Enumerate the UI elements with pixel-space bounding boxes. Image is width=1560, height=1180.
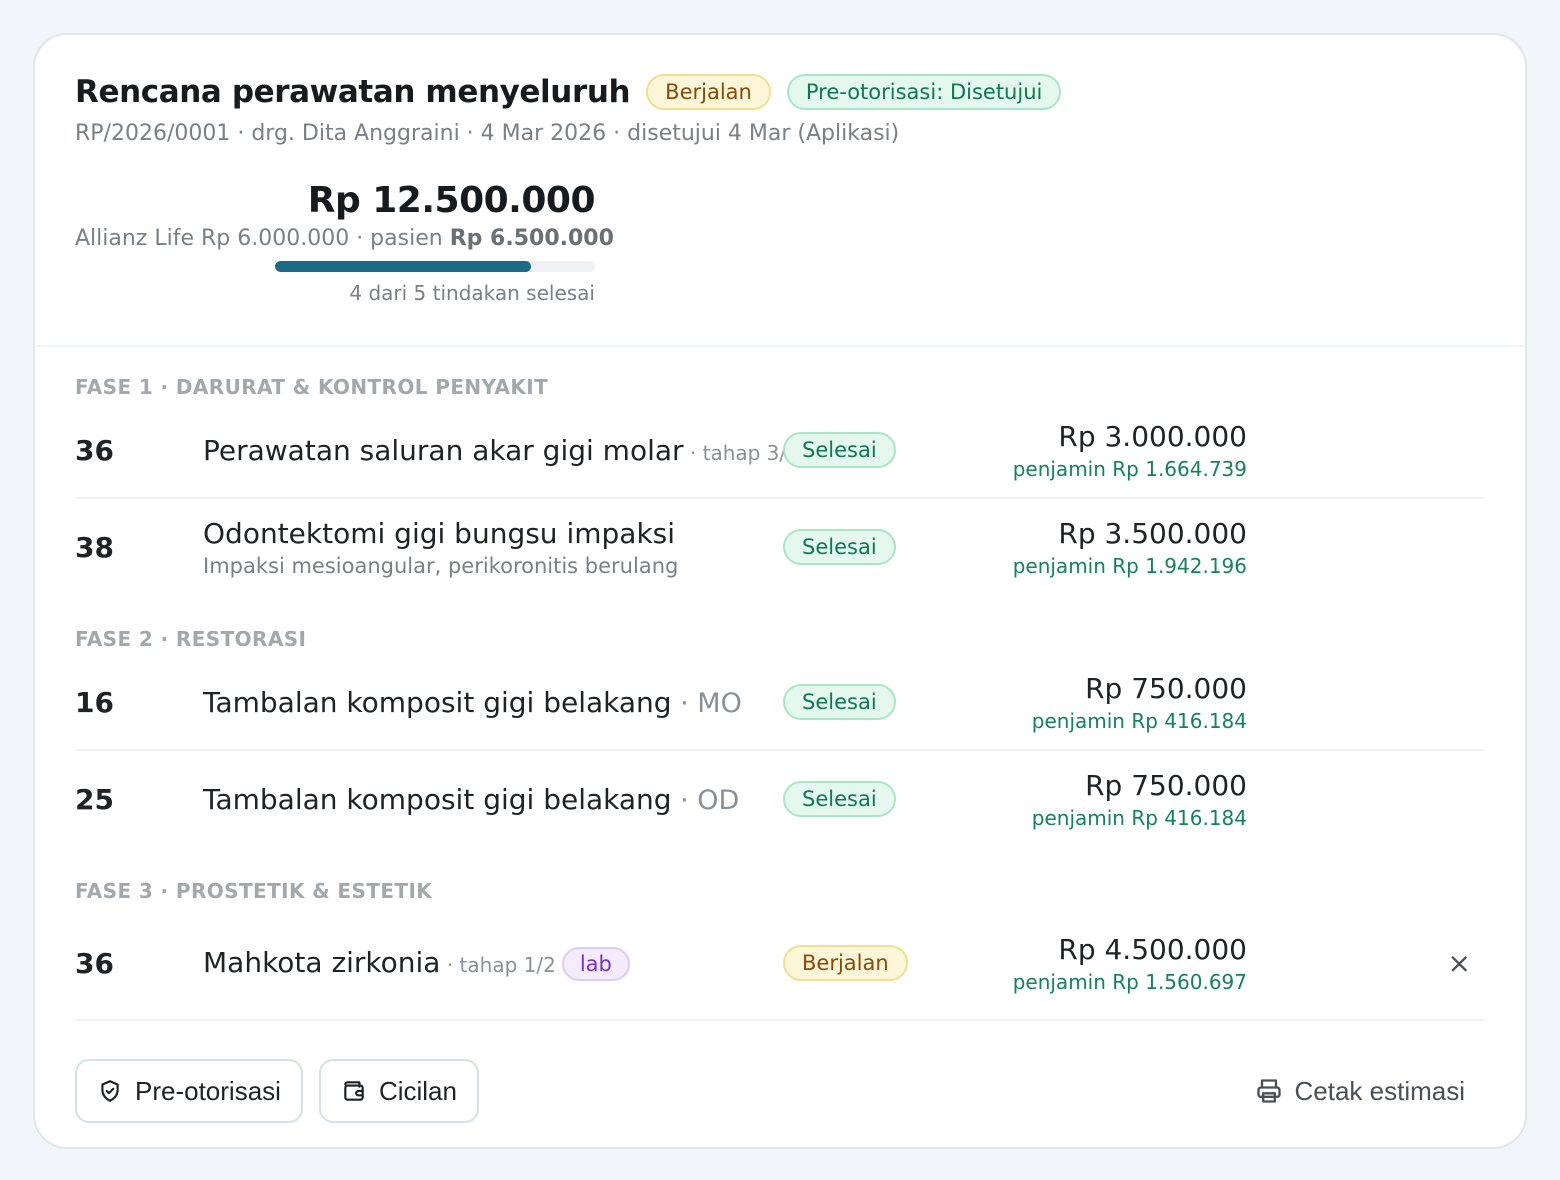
procedure-name: Perawatan saluran akar gigi molar: [203, 433, 684, 467]
progress-label: 4 dari 5 tindakan selesai: [349, 281, 595, 305]
procedure-price: Rp 3.000.000: [1058, 419, 1247, 453]
price: Rp 4.500.000 penjamin Rp 1.560.697: [993, 933, 1247, 994]
plan-header: Rencana perawatan menyeluruh Berjalan Pr…: [35, 35, 1525, 347]
insurer-coverage: penjamin Rp 1.560.697: [1012, 969, 1247, 994]
treatment-row[interactable]: 36 Mahkota zirkonia · tahap 1/2 lab Berja…: [75, 907, 1485, 1021]
procedure-note: Impaksi mesioangular, perikoronitis beru…: [203, 553, 679, 578]
procedure-price: Rp 4.500.000: [1058, 932, 1247, 966]
price: Rp 3.000.000 penjamin Rp 1.664.739: [993, 420, 1247, 481]
treatment-plan-card: Rencana perawatan menyeluruh Berjalan Pr…: [33, 33, 1527, 1149]
tooth-number: 36: [75, 433, 114, 467]
status-badge: Berjalan: [783, 945, 908, 981]
insurer-coverage: penjamin Rp 1.664.739: [1012, 456, 1247, 481]
tooth-number: 16: [75, 685, 114, 719]
preauth-button-label: Pre-otorisasi: [135, 1075, 281, 1106]
close-icon[interactable]: ×: [1448, 947, 1471, 980]
insurer-coverage: penjamin Rp 416.184: [1031, 708, 1247, 733]
installment-button[interactable]: Cicilan: [318, 1059, 479, 1123]
plan-meta: RP/2026/0001 · drg. Dita Anggraini · 4 M…: [75, 121, 900, 146]
phase-title: FASE 2 · RESTORASI: [75, 627, 307, 651]
cost-split: Allianz Life Rp 6.000.000 · pasien Rp 6.…: [75, 226, 614, 251]
tooth-number: 25: [75, 782, 114, 816]
status-badge: Selesai: [783, 529, 896, 565]
preauth-status-badge: Pre-otorisasi: Disetujui: [786, 74, 1062, 110]
procedure: Mahkota zirkonia · tahap 1/2 lab: [203, 946, 783, 981]
status-badge: Selesai: [783, 781, 896, 817]
tooth-number: 36: [75, 946, 114, 980]
price: Rp 750.000 penjamin Rp 416.184: [993, 769, 1247, 830]
treatment-row[interactable]: 25 Tambalan komposit gigi belakang · OD …: [75, 751, 1485, 847]
insurer-coverage: penjamin Rp 416.184: [1031, 805, 1247, 830]
patient-share: Rp 6.500.000: [449, 226, 614, 251]
title-row: Rencana perawatan menyeluruh Berjalan Pr…: [75, 73, 1485, 111]
procedure-name: Mahkota zirkonia: [203, 945, 441, 979]
insurer-share: Allianz Life Rp 6.000.000 · pasien: [75, 226, 450, 251]
lab-tag: lab: [561, 946, 630, 981]
procedure-detail: · MO: [671, 687, 742, 719]
tooth-number: 38: [75, 530, 114, 564]
phase-title: FASE 1 · DARURAT & KONTROL PENYAKIT: [75, 375, 549, 399]
cost-summary: Rp 12.500.000 Allianz Life Rp 6.000.000 …: [75, 180, 614, 305]
procedure-detail: · OD: [671, 784, 740, 816]
procedure-name: Tambalan komposit gigi belakang: [203, 782, 672, 816]
procedure-name: Odontektomi gigi bungsu impaksi: [203, 516, 676, 550]
print-estimate-button[interactable]: Cetak estimasi: [1234, 1059, 1485, 1123]
print-estimate-label: Cetak estimasi: [1294, 1075, 1466, 1106]
progress-bar-fill: [275, 261, 531, 272]
action-bar: Pre-otorisasi Cicilan Cetak estimasi: [75, 1059, 1485, 1123]
procedure-price: Rp 750.000: [1085, 768, 1247, 802]
insurer-coverage: penjamin Rp 1.942.196: [1012, 553, 1247, 578]
treatment-row[interactable]: 16 Tambalan komposit gigi belakang · MO …: [75, 655, 1485, 751]
shield-check-icon: [101, 1080, 119, 1102]
preauth-button[interactable]: Pre-otorisasi: [75, 1059, 303, 1123]
procedure: Tambalan komposit gigi belakang · MO: [203, 686, 783, 719]
procedure: Perawatan saluran akar gigi molar · taha…: [203, 433, 799, 467]
treatment-row[interactable]: 36 Perawatan saluran akar gigi molar · t…: [75, 403, 1485, 499]
procedure-name: Tambalan komposit gigi belakang: [203, 685, 672, 719]
progress-bar: [275, 261, 595, 272]
status-badge: Selesai: [783, 684, 896, 720]
procedure: Odontektomi gigi bungsu impaksi Impaksi …: [203, 517, 783, 578]
procedure-price: Rp 750.000: [1085, 671, 1247, 705]
installment-button-label: Cicilan: [378, 1075, 457, 1106]
procedure-detail: · tahap 1/2: [440, 952, 556, 977]
status-badge: Selesai: [783, 432, 896, 468]
procedure: Tambalan komposit gigi belakang · OD: [203, 783, 783, 816]
procedure-price: Rp 3.500.000: [1058, 516, 1247, 550]
phase-title: FASE 3 · PROSTETIK & ESTETIK: [75, 879, 433, 903]
total-cost: Rp 12.500.000: [307, 180, 596, 221]
price: Rp 3.500.000 penjamin Rp 1.942.196: [993, 517, 1247, 578]
phase-list: FASE 1 · DARURAT & KONTROL PENYAKIT 36 P…: [35, 347, 1525, 1021]
plan-status-badge: Berjalan: [646, 74, 771, 110]
wallet-icon: [344, 1081, 364, 1101]
printer-icon: [1256, 1079, 1281, 1103]
page-title: Rencana perawatan menyeluruh: [75, 74, 631, 110]
procedure-detail: · tahap 3/3: [683, 440, 799, 465]
treatment-row[interactable]: 38 Odontektomi gigi bungsu impaksi Impak…: [75, 499, 1485, 595]
price: Rp 750.000 penjamin Rp 416.184: [993, 672, 1247, 733]
